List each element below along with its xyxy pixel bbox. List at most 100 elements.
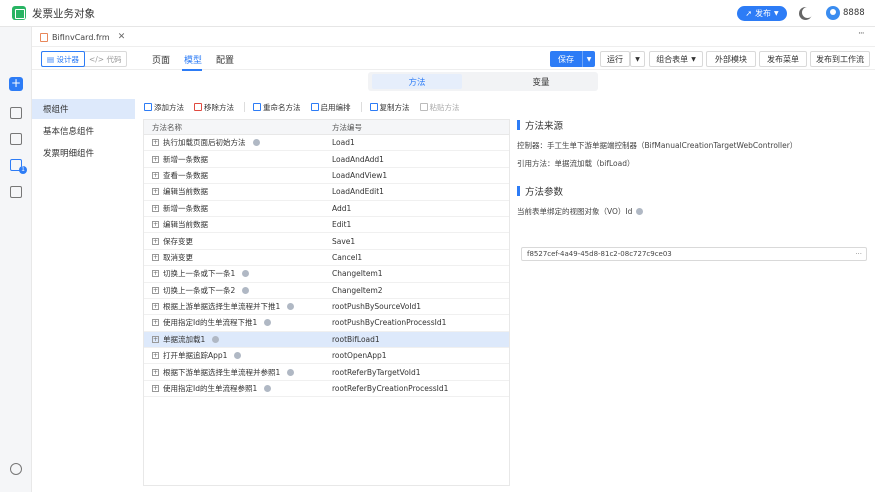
table-row[interactable]: + 单据流加载1 rootBifLoad1 (144, 331, 509, 349)
save-button[interactable]: 保存 (550, 51, 582, 67)
run-dropdown-icon[interactable]: ▼ (630, 51, 645, 67)
info-icon[interactable] (212, 335, 220, 343)
table-row[interactable]: + 编辑当前数据 LoadAndEdit1 (144, 184, 509, 201)
copy-icon (369, 103, 378, 111)
method-name-cell: + 打开单据追踪App1 (144, 350, 326, 361)
info-icon[interactable] (242, 286, 250, 294)
info-icon[interactable] (287, 303, 295, 311)
table-row[interactable]: + 使用指定Id的生单流程下推1 rootPushByCreationProcess… (144, 315, 509, 332)
expand-icon[interactable]: + (152, 204, 159, 212)
info-icon[interactable] (287, 368, 295, 376)
info-icon[interactable] (242, 270, 250, 278)
table-row[interactable]: + 新增一条数据 Add1 (144, 201, 509, 217)
save-dropdown-icon[interactable]: ▼ (582, 51, 595, 67)
divider (360, 102, 362, 112)
method-name-cell: + 编辑当前数据 (144, 186, 326, 197)
tab-model[interactable]: 模型 (184, 53, 202, 66)
combo-form-button[interactable]: 组合表单 ▼ (649, 51, 703, 67)
expand-icon[interactable]: + (152, 221, 159, 229)
copy-method-button[interactable]: 复制方法 (369, 102, 410, 113)
document-search-icon[interactable] (10, 186, 22, 198)
method-name-cell: + 切换上一条或下一条2 (144, 285, 326, 296)
tree-item-invoice-detail[interactable]: 发票明细组件 (32, 143, 135, 163)
remove-method-button[interactable]: 移除方法 (194, 102, 234, 113)
designer-mode-button[interactable]: ▤ 设计器 (41, 51, 85, 67)
monitor-icon[interactable] (10, 133, 22, 145)
method-code: LoadAndView1 (332, 170, 388, 180)
expand-icon[interactable]: + (152, 139, 159, 147)
avatar[interactable] (826, 6, 840, 20)
expand-icon[interactable]: + (152, 352, 159, 360)
method-name-cell: + 编辑当前数据 (144, 219, 326, 230)
user-name[interactable]: 8888 (843, 8, 865, 18)
publish-menu-button[interactable]: 发布菜单 (759, 51, 807, 67)
section-marker (517, 120, 520, 130)
info-icon[interactable] (252, 139, 260, 147)
run-button[interactable]: 运行 (600, 51, 630, 67)
expand-icon[interactable]: + (152, 237, 159, 245)
tab-methods[interactable]: 方法 (372, 74, 462, 89)
publish-workflow-button[interactable]: 发布到工作流 (810, 51, 870, 67)
info-icon[interactable] (636, 208, 644, 215)
paste-method-button[interactable]: 粘贴方法 (419, 102, 460, 113)
tab-page[interactable]: 页面 (152, 53, 170, 66)
expand-icon[interactable]: + (152, 171, 159, 179)
method-name: 根据上游单据选择生单流程并下推1 (163, 302, 281, 312)
table-row[interactable]: + 切换上一条或下一条1 ChangeItem1 (144, 266, 509, 283)
expand-icon[interactable]: + (152, 188, 159, 196)
table-body: + 执行加载页面后初始方法 Load1 + 新增一条数据 LoadAndAdd1 + 查看一条… (144, 135, 509, 398)
table-row[interactable]: + 使用指定Id的生单流程参照1 rootReferByCreationProces… (144, 381, 509, 398)
table-row[interactable]: + 打开单据追踪App1 rootOpenApp1 (144, 348, 509, 365)
column-header-code[interactable]: 方法编号 (326, 122, 362, 133)
expand-icon[interactable]: + (152, 368, 159, 376)
publish-button[interactable]: ➚ 发布 ▼ (737, 6, 787, 21)
method-code: rootReferByTargetVoId1 (332, 367, 421, 377)
file-icon (40, 32, 48, 42)
add-icon[interactable]: + (9, 77, 23, 91)
tree-item-basic-info[interactable]: 基本信息组件 (32, 121, 135, 141)
expand-icon[interactable]: + (152, 286, 159, 294)
table-row[interactable]: + 根据上游单据选择生单流程并下推1 rootPushBySourceVoId1 (144, 299, 509, 316)
expand-icon[interactable]: + (152, 319, 159, 327)
expand-icon[interactable]: + (152, 385, 159, 393)
theme-moon-icon[interactable] (802, 7, 813, 18)
table-row[interactable]: + 新增一条数据 LoadAndAdd1 (144, 151, 509, 168)
method-table: 方法名称 方法编号 + 执行加载页面后初始方法 Load1 + 新增一条数据 LoadAn… (143, 119, 510, 486)
table-row[interactable]: + 取消变更 Cancel1 (144, 250, 509, 267)
column-header-name[interactable]: 方法名称 (144, 122, 326, 133)
tab-config[interactable]: 配置 (216, 53, 234, 66)
table-row[interactable]: + 保存变更 Save1 (144, 233, 509, 250)
info-icon[interactable] (264, 319, 272, 327)
expand-icon[interactable]: + (152, 335, 159, 343)
home-icon[interactable] (10, 107, 22, 119)
table-row[interactable]: + 查看一条数据 LoadAndView1 (144, 168, 509, 185)
table-row[interactable]: + 执行加载页面后初始方法 Load1 (144, 135, 509, 152)
rename-icon (253, 103, 261, 111)
enable-edit-button[interactable]: 启用编排 (310, 102, 351, 113)
external-module-button[interactable]: 外部模块 (706, 51, 756, 67)
code-mode-button[interactable]: </> 代码 (84, 52, 126, 66)
tab-variables[interactable]: 变量 (496, 74, 586, 89)
more-icon[interactable]: ··· (858, 29, 865, 39)
table-row[interactable]: + 根据下游单据选择生单流程并参照1 rootReferByTargetVoId1 (144, 364, 509, 381)
rename-method-button[interactable]: 重命名方法 (253, 102, 301, 113)
method-code: Add1 (332, 203, 352, 213)
more-icon[interactable]: ··· (855, 250, 862, 258)
settings-gear-icon[interactable] (10, 463, 22, 475)
add-method-button[interactable]: 添加方法 (144, 102, 184, 113)
file-tab[interactable]: BifInvCard.frm ✕ (36, 29, 129, 45)
tree-item-root[interactable]: 根组件 (32, 99, 135, 119)
expand-icon[interactable]: + (152, 253, 159, 261)
info-icon[interactable] (264, 385, 272, 393)
vo-id-input[interactable]: f8527cef-4a49-45d8-81c2-08c727c9ce03 ··· (521, 247, 867, 261)
expand-icon[interactable]: + (152, 303, 159, 311)
close-icon[interactable]: ✕ (118, 32, 126, 42)
info-icon[interactable] (234, 352, 242, 360)
expand-icon[interactable]: + (152, 155, 159, 163)
section-marker (517, 186, 520, 196)
table-row[interactable]: + 编辑当前数据 Edit1 (144, 217, 509, 234)
expand-icon[interactable]: + (152, 270, 159, 278)
method-code: rootPushByCreationProcessId1 (332, 318, 447, 328)
table-row[interactable]: + 切换上一条或下一条2 ChangeItem2 (144, 283, 509, 299)
save-group: 保存 ▼ (550, 51, 595, 67)
